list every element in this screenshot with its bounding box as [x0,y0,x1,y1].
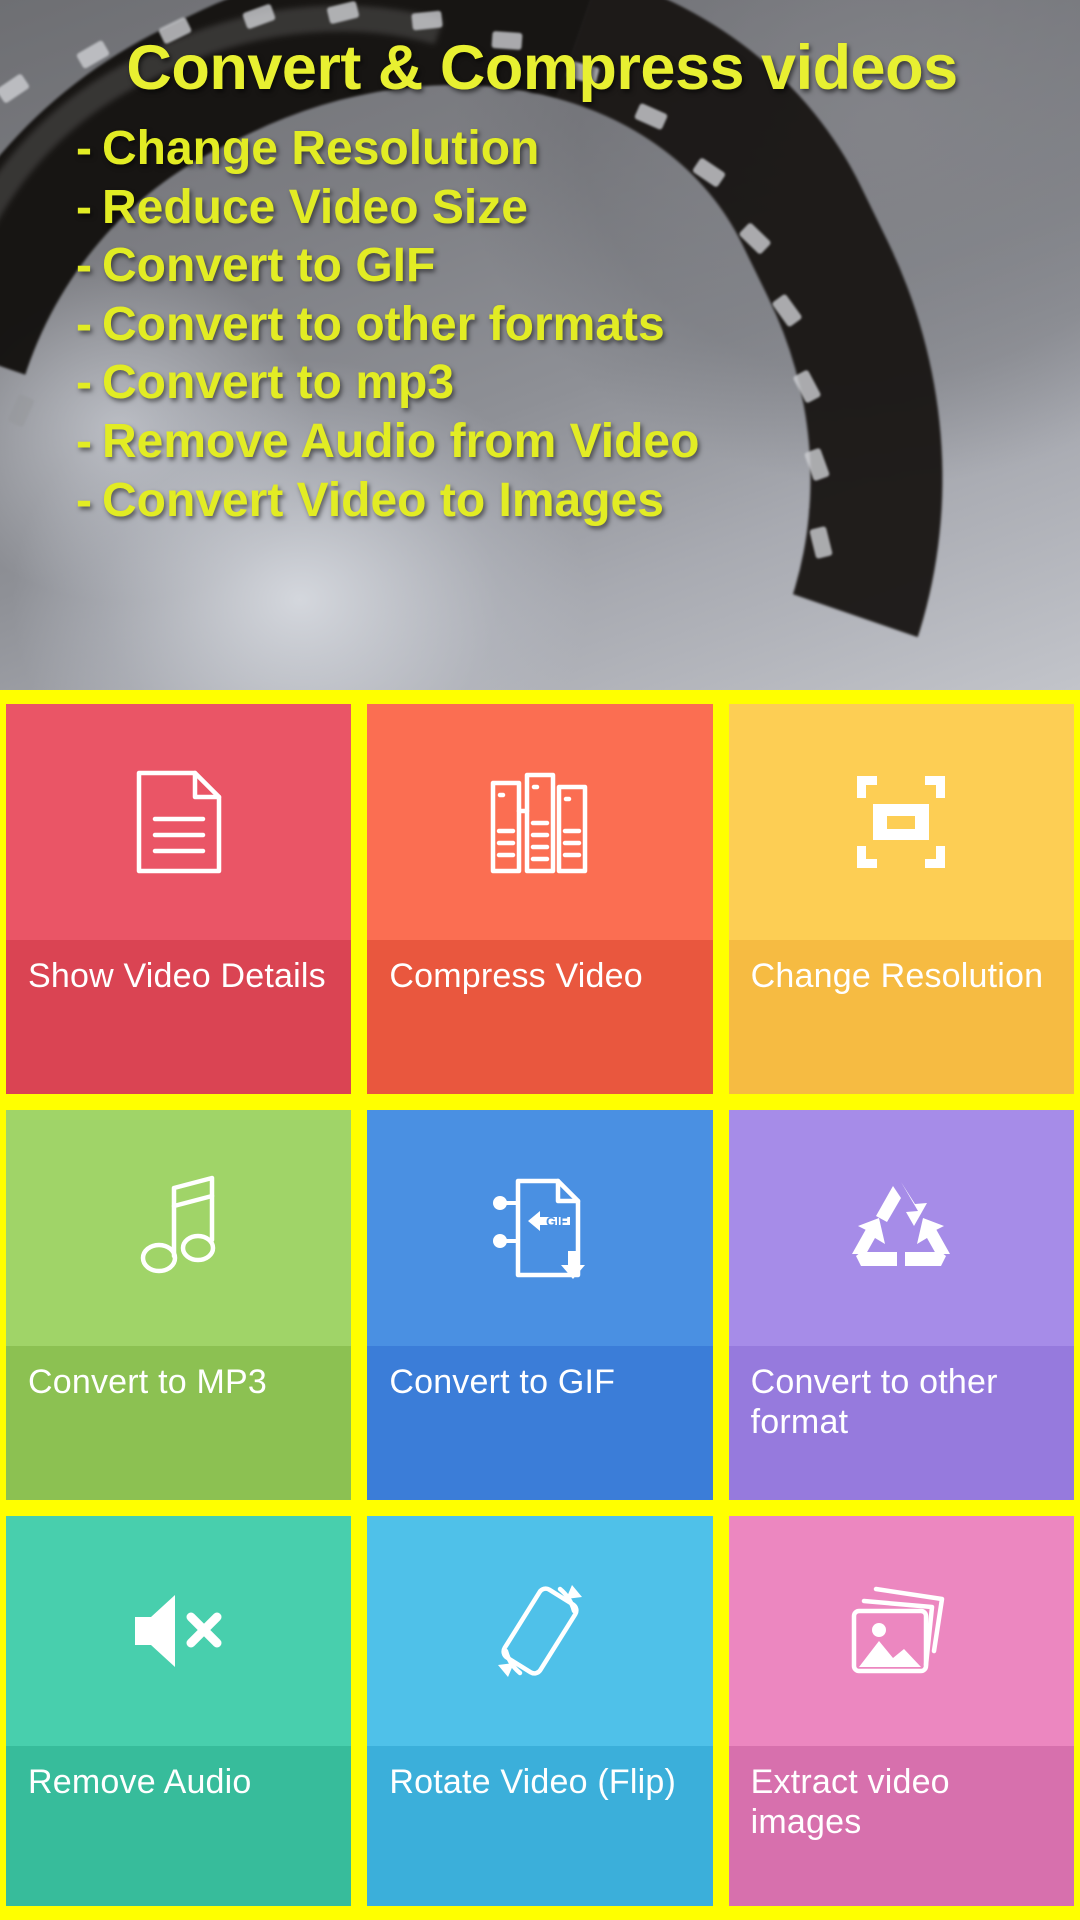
bullet-dash-icon: - [76,122,92,176]
hero-feature-item: - Convert to mp3 [76,354,1056,413]
feature-tile-label: Change Resolution [750,957,1044,995]
feature-tile-label: Convert to MP3 [28,1363,268,1401]
recycle-icon [728,1110,1074,1346]
grid-row: Show Video Details Compress Video Change R… [6,704,1074,1094]
bullet-dash-icon: - [76,180,92,234]
books-shelf-icon [367,704,713,940]
feature-tile[interactable]: Convert to MP3 [6,1110,352,1500]
hero-title: Convert & Compress videos [126,33,958,103]
hero-feature-item: - Convert Video to Images [76,472,1056,531]
hero-feature-item: - Reduce Video Size [76,179,1056,238]
hero-feature-list: - Change Resolution - Reduce Video Size - Con… [28,120,1056,530]
feature-tile-label: Compress Video [389,957,643,995]
speaker-mute-icon [6,1516,352,1746]
hero-banner: Convert & Compress videos - Change Resolu… [0,0,1080,690]
hero-feature-item: - Convert to other formats [76,296,1056,355]
hero-feature-item: - Change Resolution [76,120,1056,179]
hero-text-block: Convert & Compress videos - Change Resolu… [0,0,1080,690]
feature-tile[interactable]: GIF Convert to GIF [367,1110,713,1500]
feature-tile-label: Extract video images [750,1763,950,1842]
svg-text:GIF: GIF [546,1214,568,1229]
bullet-dash-icon: - [76,414,92,468]
feature-tile-label: Convert to other format [750,1363,998,1442]
feature-tile-label: Remove Audio [28,1763,252,1801]
feature-tile-label: Show Video Details [28,957,326,995]
feature-tile[interactable]: Show Video Details [6,704,352,1094]
feature-tile-label: Rotate Video (Flip) [389,1763,676,1801]
gif-file-download-icon: GIF [367,1110,713,1346]
feature-tile[interactable]: Rotate Video (Flip) [367,1516,713,1906]
hero-feature-label: Reduce Video Size [101,180,528,234]
photos-stack-icon [728,1516,1074,1746]
bullet-dash-icon: - [76,239,92,293]
feature-tile[interactable]: Extract video images [728,1516,1074,1906]
feature-tile-label: Convert to GIF [389,1363,616,1401]
feature-grid: Show Video Details Compress Video Change R… [0,690,1080,1920]
grid-row: Convert to MP3 GIF Convert to GIF Convert t… [6,1110,1074,1500]
hero-feature-item: - Convert to GIF [76,237,1056,296]
document-lines-icon [6,704,352,940]
hero-feature-label: Convert to GIF [101,239,436,293]
bullet-dash-icon: - [76,297,92,351]
rotate-device-icon [367,1516,713,1746]
hero-feature-item: - Remove Audio from Video [76,413,1056,472]
feature-tile[interactable]: Compress Video [367,704,713,1094]
music-note-icon [6,1110,352,1346]
bullet-dash-icon: - [76,473,92,527]
hero-feature-label: Convert Video to Images [101,473,664,527]
crop-frame-icon [728,704,1074,940]
hero-feature-label: Convert to mp3 [101,356,455,410]
grid-row: Remove Audio Rotate Video (Flip) Extract v… [6,1516,1074,1906]
feature-tile[interactable]: Remove Audio [6,1516,352,1906]
hero-feature-label: Convert to other formats [101,297,665,351]
hero-feature-label: Remove Audio from Video [101,414,700,468]
bullet-dash-icon: - [76,356,92,410]
feature-tile[interactable]: Convert to other format [728,1110,1074,1500]
hero-feature-label: Change Resolution [101,122,540,176]
feature-tile[interactable]: Change Resolution [728,704,1074,1094]
